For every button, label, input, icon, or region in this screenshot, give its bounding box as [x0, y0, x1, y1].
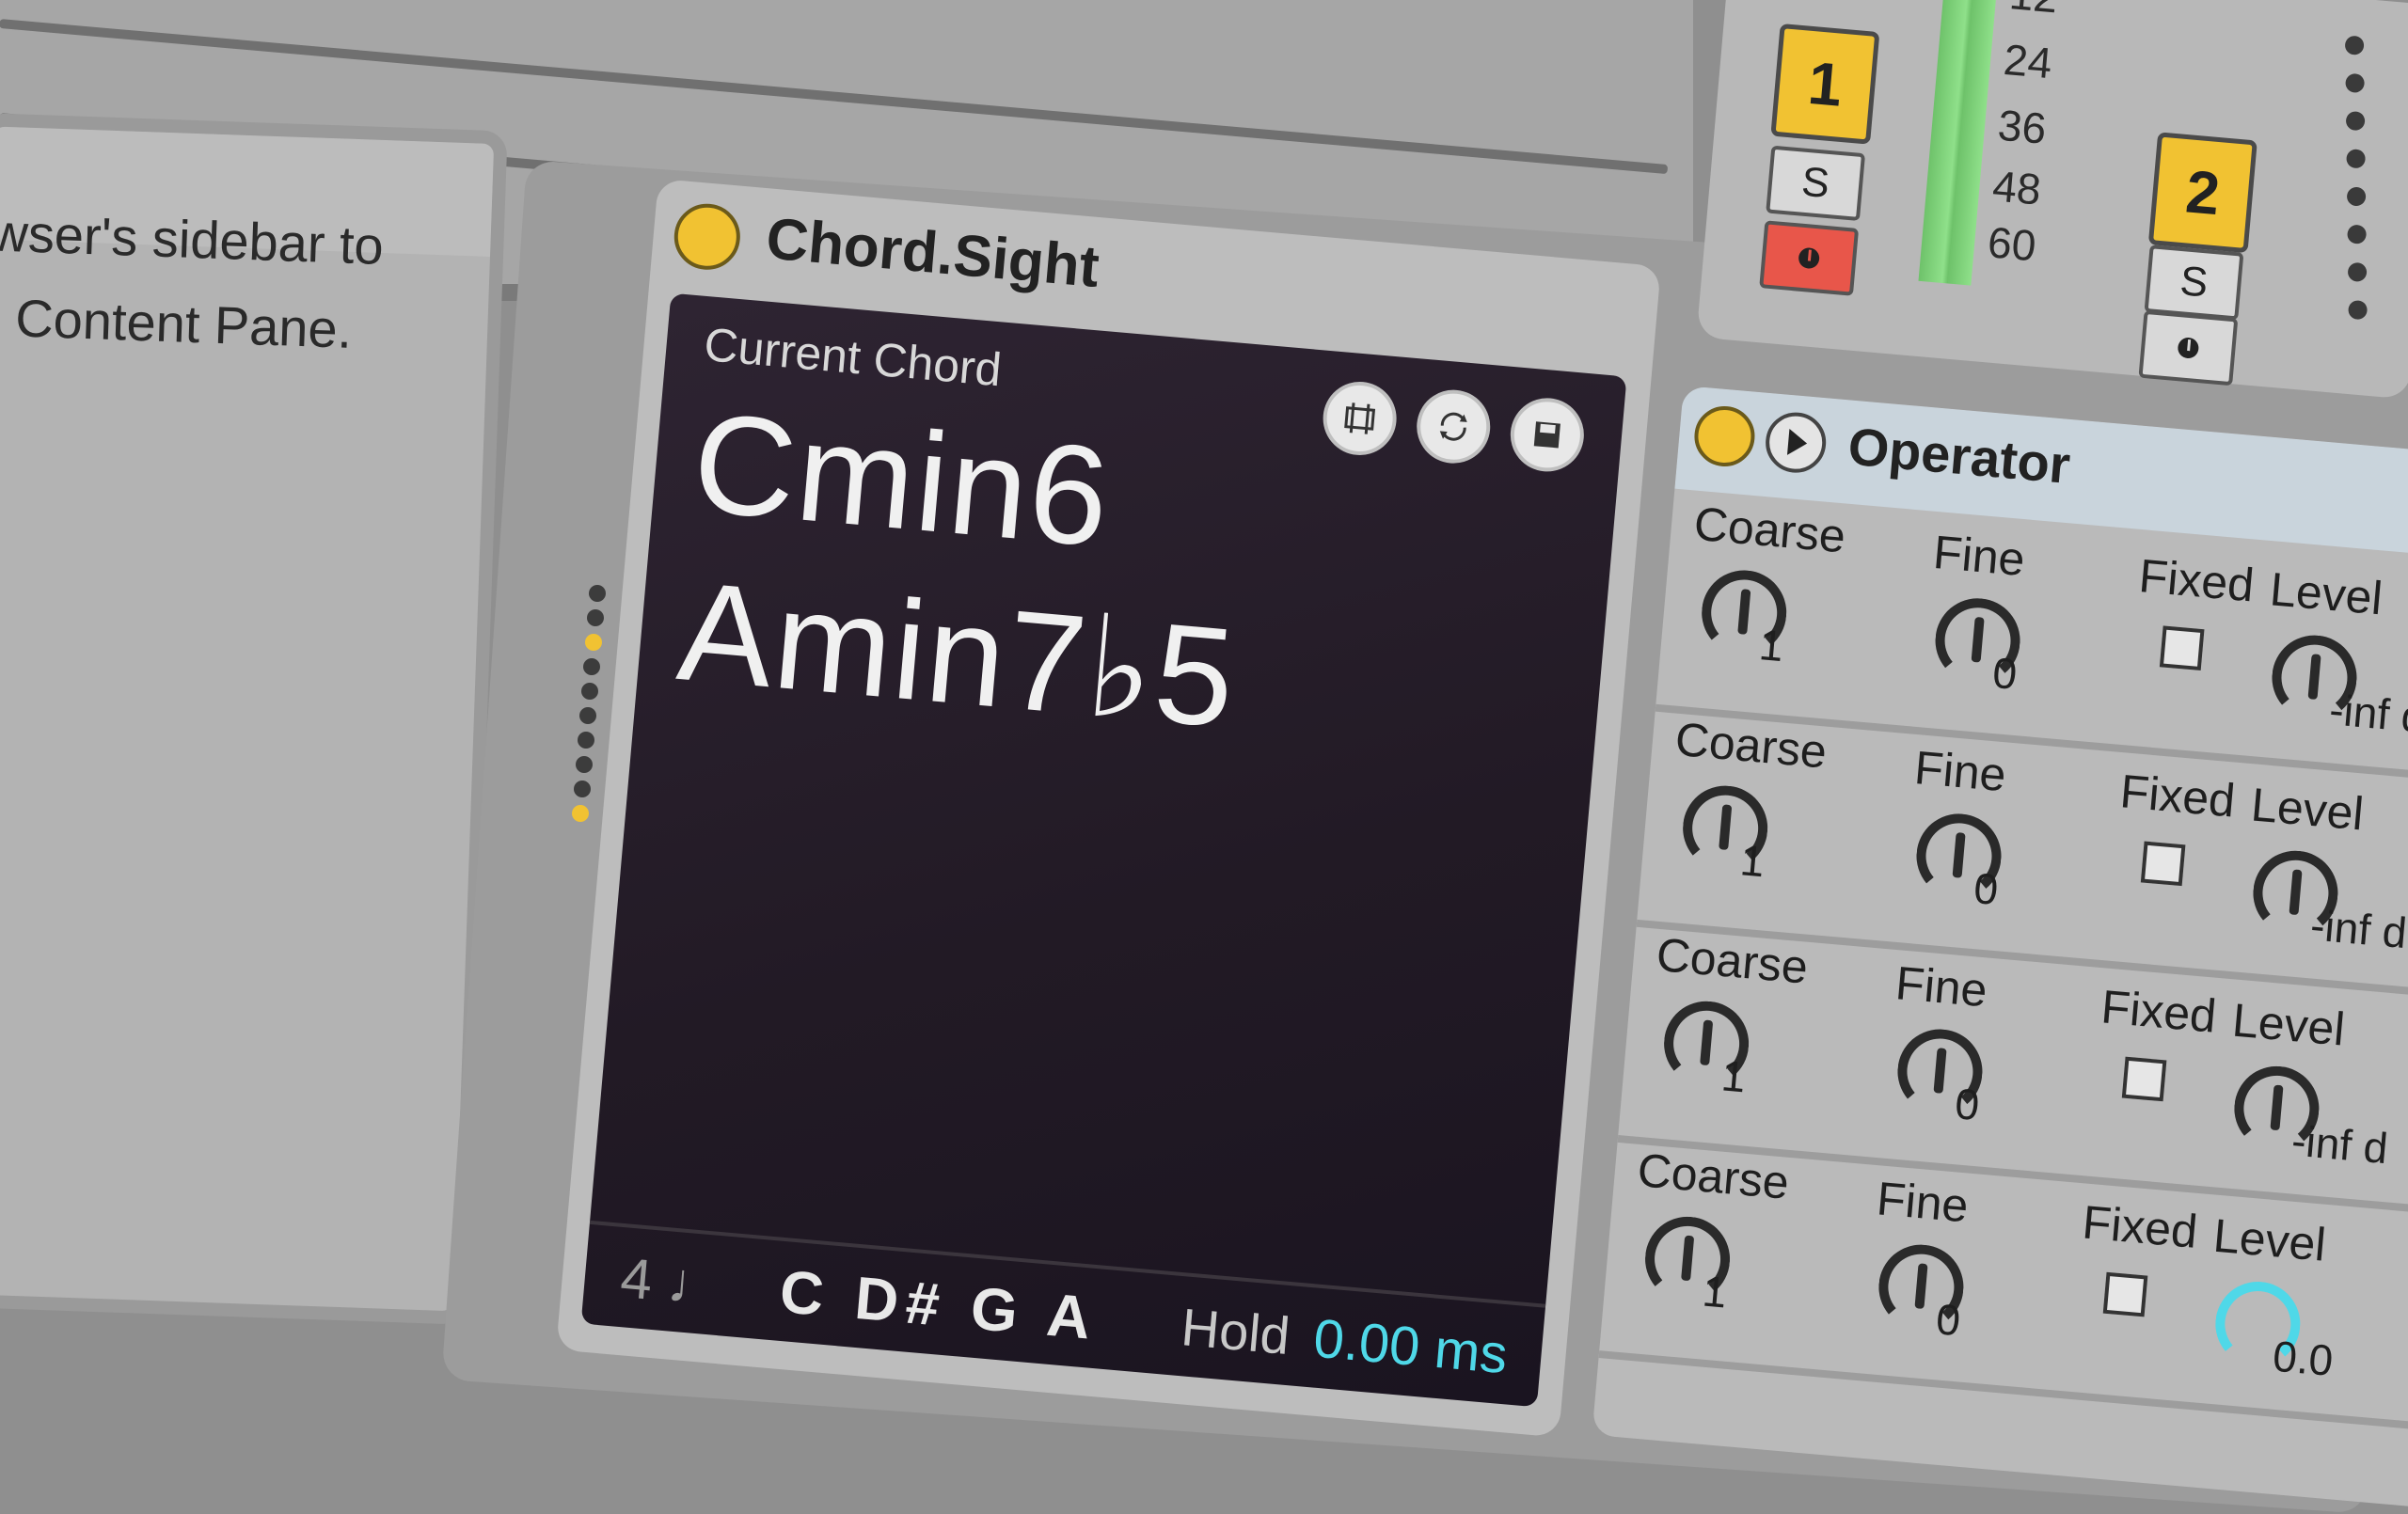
scroll-dot	[2346, 186, 2367, 207]
device-chain-dot	[587, 609, 604, 626]
coarse-value: 1	[1757, 620, 1786, 671]
level-label: Level	[2268, 562, 2385, 625]
device-activator-button[interactable]	[1691, 403, 1758, 469]
arm-button[interactable]	[2138, 309, 2239, 386]
capture-icon	[1344, 402, 1376, 434]
scroll-dot	[2346, 224, 2368, 245]
coarse-label: Coarse	[1691, 497, 1848, 563]
play-icon	[1786, 428, 1808, 455]
scroll-dot	[2345, 110, 2366, 132]
save-button[interactable]	[1507, 395, 1588, 475]
chord-notes: C D# G A	[777, 1256, 1101, 1353]
track-number-button[interactable]: 1	[1770, 23, 1880, 145]
db-scale-tick: 60	[1986, 217, 2038, 271]
fine-label: Fine	[1875, 1172, 1971, 1233]
fixed-checkbox[interactable]	[2159, 625, 2205, 671]
coarse-value: 1	[1738, 835, 1767, 887]
fine-value: 0	[1990, 647, 2020, 699]
info-view-pane: wser's sidebar to Content Pane.	[0, 113, 508, 1325]
sync-button[interactable]	[1413, 386, 1494, 466]
save-icon	[1533, 421, 1560, 449]
db-scale-tick: 12	[2007, 0, 2060, 23]
arm-button[interactable]	[1759, 220, 1860, 296]
device-title: Chord.Sight	[763, 206, 1102, 301]
coarse-label: Coarse	[1635, 1143, 1792, 1209]
db-scale-tick: 48	[1990, 161, 2043, 214]
db-scale-tick: 36	[1996, 100, 2049, 153]
fine-value: 0	[1972, 863, 2001, 915]
fine-label: Fine	[1912, 741, 2008, 802]
scroll-dot	[2344, 35, 2365, 56]
info-text-line: Content Pane.	[14, 288, 354, 359]
fine-value: 0	[1953, 1079, 1982, 1130]
play-button[interactable]	[1763, 409, 1829, 476]
hold-label: Hold	[1179, 1296, 1292, 1365]
device-activator-button[interactable]	[671, 200, 743, 273]
fixed-checkbox[interactable]	[2121, 1056, 2167, 1102]
hold-value[interactable]: 0.00 ms	[1311, 1306, 1510, 1386]
alternate-chord-name: Amin7♭5	[672, 551, 1243, 758]
coarse-value: 1	[1719, 1050, 1749, 1102]
level-label: Level	[2249, 778, 2367, 841]
device-chain-dot	[574, 781, 591, 797]
chord-display: Current Chord Cmin6 Amin7♭5 4 ♩ C D# G A…	[580, 292, 1627, 1408]
operator-device: Operator Coarse 1 Fine 0 Fixed Level -in…	[1592, 386, 2408, 1509]
voice-count: 4 ♩	[618, 1245, 727, 1317]
device-chain-dot	[585, 634, 602, 651]
fixed-label: Fixed	[2117, 765, 2238, 828]
level-label: Level	[2230, 993, 2347, 1056]
fixed-label: Fixed	[2099, 980, 2219, 1043]
solo-button[interactable]: S	[1766, 145, 1866, 222]
display-toolbar	[1320, 378, 1588, 475]
device-chain-dot	[572, 805, 589, 822]
device-chain-dot	[581, 683, 598, 700]
level-value: -inf dB	[2327, 685, 2408, 745]
fine-label: Fine	[1893, 956, 1989, 1017]
coarse-label: Coarse	[1672, 712, 1830, 779]
device-chain-dot	[579, 707, 596, 724]
info-text-line: wser's sidebar to	[0, 202, 385, 276]
coarse-label: Coarse	[1654, 927, 1811, 994]
current-chord-name: Cmin6	[687, 382, 1117, 576]
fixed-checkbox[interactable]	[2140, 841, 2186, 887]
solo-button[interactable]: S	[2144, 244, 2244, 321]
scroll-dot	[2347, 299, 2368, 321]
level-value: -inf dB	[2308, 900, 2408, 960]
monitor-icon	[2178, 338, 2199, 359]
level-label: Level	[2210, 1208, 2328, 1271]
scroll-dot	[2347, 261, 2368, 283]
device-title: Operator	[1846, 416, 2073, 495]
chord-sight-device: Chord.Sight Current Chord Cmin6 Amin7♭5 …	[556, 179, 1661, 1438]
fixed-checkbox[interactable]	[2102, 1271, 2148, 1317]
fixed-label: Fixed	[2080, 1195, 2200, 1258]
mixer-section: 1 S 12 24 36 48 60 2 S	[1696, 0, 2408, 400]
capture-button[interactable]	[1320, 378, 1400, 459]
track-number-button[interactable]: 2	[2147, 132, 2258, 254]
device-chain-dot	[576, 756, 593, 773]
device-chain-dot	[578, 732, 594, 749]
scroll-dot	[2344, 72, 2366, 94]
db-scale-tick: 24	[2002, 34, 2054, 88]
device-chain-dot	[583, 658, 600, 675]
coarse-value: 1	[1700, 1266, 1729, 1317]
fixed-label: Fixed	[2136, 549, 2257, 612]
sync-icon	[1439, 412, 1467, 441]
level-meter	[1918, 0, 1999, 286]
level-value: -inf d	[2289, 1115, 2390, 1174]
fine-value: 0	[1934, 1294, 1963, 1346]
monitor-icon	[1798, 247, 1820, 269]
scroll-dot	[2345, 148, 2367, 169]
device-chain-dot	[589, 585, 606, 602]
level-value: 0.0	[2271, 1331, 2336, 1386]
fine-label: Fine	[1931, 525, 2027, 587]
